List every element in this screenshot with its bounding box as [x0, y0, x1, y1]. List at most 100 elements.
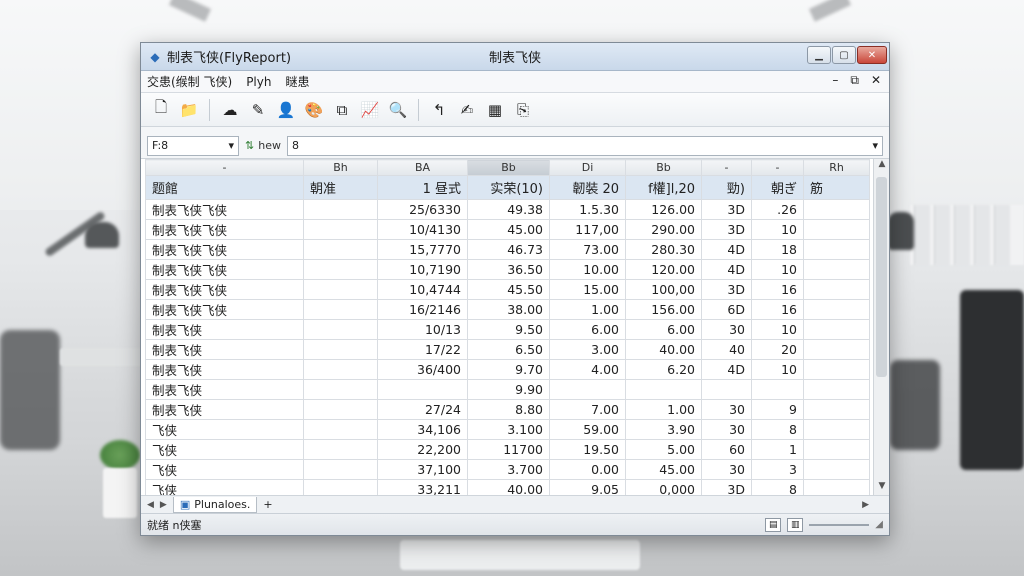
table-cell[interactable]: 16: [751, 279, 804, 300]
palette-icon[interactable]: 🎨: [302, 98, 326, 122]
table-cell[interactable]: 6D: [701, 299, 752, 320]
table-cell[interactable]: 4.00: [549, 359, 626, 380]
spreadsheet-grid[interactable]: - Bh BA Bb Di Bb - - Rh 题館 朝准 1 昼式 实荣(10) 韌裝 20 f權]l,…: [141, 159, 889, 495]
table-cell[interactable]: .26: [751, 199, 804, 220]
table-cell[interactable]: 280.30: [625, 239, 702, 260]
table-cell[interactable]: [303, 279, 378, 300]
table-cell[interactable]: 制表飞侠: [145, 379, 304, 400]
menu-item-plyh[interactable]: Plyh: [246, 75, 271, 89]
table-cell[interactable]: 6.50: [467, 339, 550, 360]
table-cell[interactable]: 290.00: [625, 219, 702, 240]
table-cell[interactable]: [803, 439, 870, 460]
chart-icon[interactable]: 📈: [358, 98, 382, 122]
table-cell[interactable]: [803, 319, 870, 340]
table-cell[interactable]: 1: [751, 439, 804, 460]
table-cell[interactable]: 3.700: [467, 459, 550, 480]
pen-icon[interactable]: ✎: [246, 98, 270, 122]
column-header[interactable]: Bh: [303, 159, 378, 176]
table-cell[interactable]: [303, 459, 378, 480]
table-cell[interactable]: 100,00: [625, 279, 702, 300]
scroll-thumb[interactable]: [876, 177, 887, 377]
table-cell[interactable]: 15,7770: [377, 239, 468, 260]
table-cell[interactable]: 30: [701, 319, 752, 340]
table-cell[interactable]: 117,00: [549, 219, 626, 240]
table-cell[interactable]: 38.00: [467, 299, 550, 320]
table-cell[interactable]: 9.70: [467, 359, 550, 380]
table-cell[interactable]: 36.50: [467, 259, 550, 280]
export-icon[interactable]: ⎘: [511, 98, 535, 122]
tab-nav-left-icon[interactable]: ◀: [147, 500, 154, 510]
table-cell[interactable]: 0,000: [625, 479, 702, 495]
table-cell[interactable]: 25/6330: [377, 199, 468, 220]
table-cell[interactable]: 1.00: [549, 299, 626, 320]
table-cell[interactable]: [803, 219, 870, 240]
table-cell[interactable]: 制表飞侠飞侠: [145, 199, 304, 220]
table-cell[interactable]: 4D: [701, 259, 752, 280]
table-cell[interactable]: 3D: [701, 199, 752, 220]
table-cell[interactable]: [803, 199, 870, 220]
column-header[interactable]: Bb: [467, 159, 550, 176]
table-cell[interactable]: 40.00: [467, 479, 550, 495]
table-cell[interactable]: 40: [701, 339, 752, 360]
open-folder-icon[interactable]: 📁: [177, 98, 201, 122]
table-cell[interactable]: [303, 199, 378, 220]
table-cell[interactable]: [303, 439, 378, 460]
new-icon[interactable]: 🗋: [149, 98, 173, 122]
table-cell[interactable]: 11700: [467, 439, 550, 460]
table-cell[interactable]: 156.00: [625, 299, 702, 320]
table-cell[interactable]: [803, 299, 870, 320]
table-cell[interactable]: 19.50: [549, 439, 626, 460]
user-icon[interactable]: 👤: [274, 98, 298, 122]
table-cell[interactable]: [303, 399, 378, 420]
table-cell[interactable]: 10,7190: [377, 259, 468, 280]
table-cell[interactable]: 45.00: [625, 459, 702, 480]
table-cell[interactable]: 16: [751, 299, 804, 320]
table-cell[interactable]: [803, 259, 870, 280]
table-cell[interactable]: 36/400: [377, 359, 468, 380]
table-cell[interactable]: 飞侠: [145, 439, 304, 460]
table-cell[interactable]: 飞侠: [145, 459, 304, 480]
tab-nav-right-icon[interactable]: ▶: [160, 500, 167, 510]
resize-grip-icon[interactable]: ◢: [875, 519, 883, 530]
table-cell[interactable]: 3.00: [549, 339, 626, 360]
undo-arrow-icon[interactable]: ↰: [427, 98, 451, 122]
table-cell[interactable]: 20: [751, 339, 804, 360]
table-cell[interactable]: 22,200: [377, 439, 468, 460]
scroll-right-icon[interactable]: ▶: [862, 500, 869, 510]
edit-icon[interactable]: ✍: [455, 98, 479, 122]
column-header[interactable]: Di: [549, 159, 626, 176]
table-cell[interactable]: [803, 359, 870, 380]
search-icon[interactable]: 🔍: [386, 98, 410, 122]
table-cell[interactable]: 9.90: [467, 379, 550, 400]
table-cell[interactable]: 3D: [701, 479, 752, 495]
table-cell[interactable]: 制表飞侠: [145, 399, 304, 420]
sheet-tab[interactable]: ▣ Plunaloes.: [172, 496, 258, 513]
chevron-down-icon[interactable]: ▾: [872, 139, 878, 152]
menu-item-file[interactable]: 交患(缑制 飞侠): [147, 73, 232, 90]
table-cell[interactable]: 10: [751, 259, 804, 280]
table-cell[interactable]: 0.00: [549, 459, 626, 480]
menu-item-view[interactable]: 瞇患: [285, 73, 309, 90]
table-cell[interactable]: 33,211: [377, 479, 468, 495]
maximize-button[interactable]: ▢: [832, 46, 856, 64]
add-sheet-button[interactable]: +: [263, 498, 272, 511]
table-cell[interactable]: 10/4130: [377, 219, 468, 240]
header-cell[interactable]: 朝ぎ: [751, 175, 804, 200]
doc-restore-button[interactable]: ⧉: [850, 73, 859, 88]
table-cell[interactable]: 37,100: [377, 459, 468, 480]
header-cell[interactable]: 筋: [803, 175, 870, 200]
normal-view-button[interactable]: ▤: [765, 517, 782, 532]
table-cell[interactable]: 5.00: [625, 439, 702, 460]
table-cell[interactable]: 9: [751, 399, 804, 420]
table-cell[interactable]: 10: [751, 219, 804, 240]
table-cell[interactable]: [803, 379, 870, 400]
table-cell[interactable]: 40.00: [625, 339, 702, 360]
table-cell[interactable]: 6.00: [549, 319, 626, 340]
table-cell[interactable]: 18: [751, 239, 804, 260]
table-cell[interactable]: [303, 319, 378, 340]
title-bar[interactable]: ◆ 制表飞侠(FlyReport) 制表飞侠 ▁ ▢ ✕: [141, 43, 889, 71]
table-cell[interactable]: [803, 479, 870, 495]
column-header[interactable]: Bb: [625, 159, 702, 176]
table-cell[interactable]: 3.100: [467, 419, 550, 440]
column-header[interactable]: BA: [377, 159, 468, 176]
